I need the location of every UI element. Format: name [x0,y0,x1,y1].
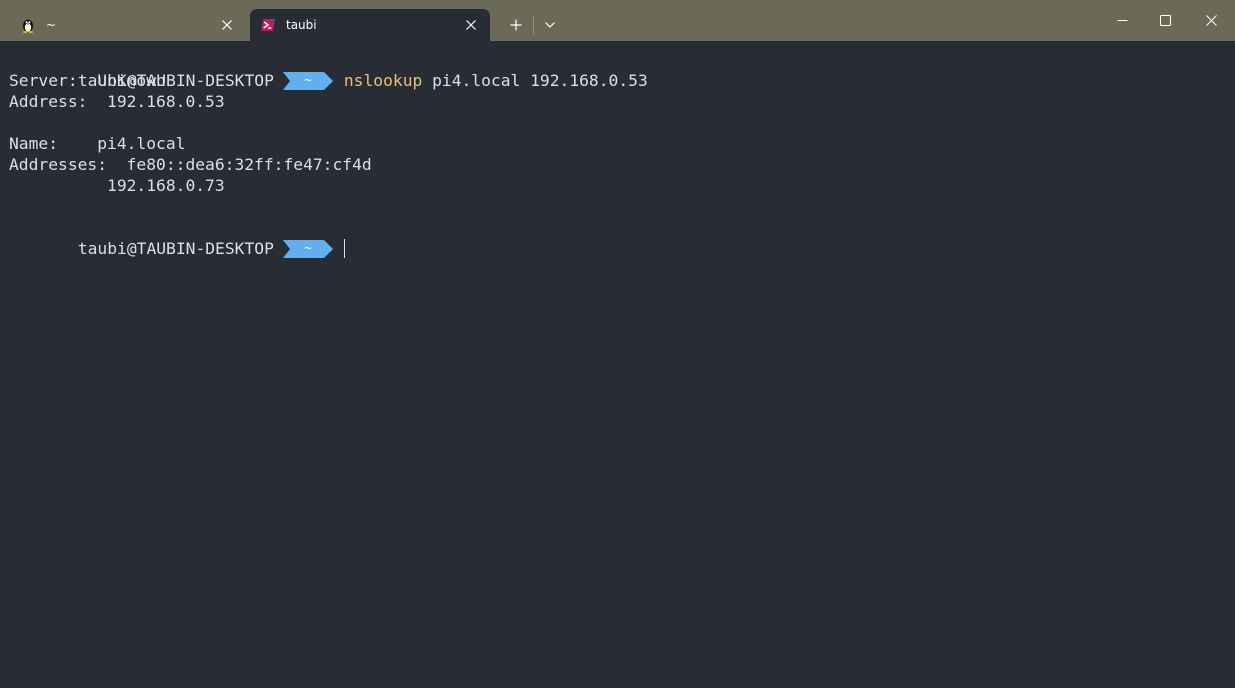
tab-powershell-title: taubi [286,18,317,32]
terminal-pane[interactable]: taubi@TAUBIN-DESKTOP ~ nslookup pi4.local … [0,41,1235,688]
minimize-icon [1117,19,1127,21]
close-icon [1205,14,1217,26]
terminal-window: ~ taubi taubi@TAUBIN-DESKTOP ~ nslookup … [0,0,1235,688]
text-cursor [343,239,346,258]
output-line: Address: 192.168.0.53 [9,92,225,111]
tab-linux-title: ~ [46,18,57,32]
prompt-dir: ~ [303,241,312,256]
prompt-line-2: taubi@TAUBIN-DESKTOP ~ [19,217,346,258]
output-line: 192.168.0.73 [9,176,225,195]
prompt-dir-segment: ~ [282,240,333,258]
maximize-icon [1159,14,1171,26]
new-tab-button[interactable] [499,9,533,41]
powershell-icon [260,17,276,33]
output-line: Addresses: fe80::dea6:32ff:fe47:cf4d [9,155,372,174]
command-name: nslookup [343,71,423,90]
tab-powershell-close-icon[interactable] [456,13,486,37]
prompt-user: taubi@TAUBIN-DESKTOP [77,239,274,258]
tab-powershell[interactable]: taubi [250,9,490,41]
close-window-button[interactable] [1188,1,1234,39]
prompt-dir-segment: ~ [282,72,333,90]
output-line: Name: pi4.local [9,134,186,153]
maximize-button[interactable] [1142,1,1188,39]
minimize-button[interactable] [1099,1,1145,39]
tab-dropdown-button[interactable] [534,9,566,41]
linux-penguin-icon [20,17,36,33]
title-bar[interactable]: ~ taubi [0,0,1235,41]
plus-icon [510,19,522,31]
prompt-line-1: taubi@TAUBIN-DESKTOP ~ nslookup pi4.local … [19,49,648,90]
tab-linux[interactable]: ~ [8,9,246,41]
command-args: pi4.local 192.168.0.53 [422,71,648,90]
tab-linux-close-icon[interactable] [212,13,242,37]
output-line: Server: UnKnown [9,71,166,90]
prompt-dir: ~ [303,73,312,88]
chevron-down-icon [545,22,555,28]
